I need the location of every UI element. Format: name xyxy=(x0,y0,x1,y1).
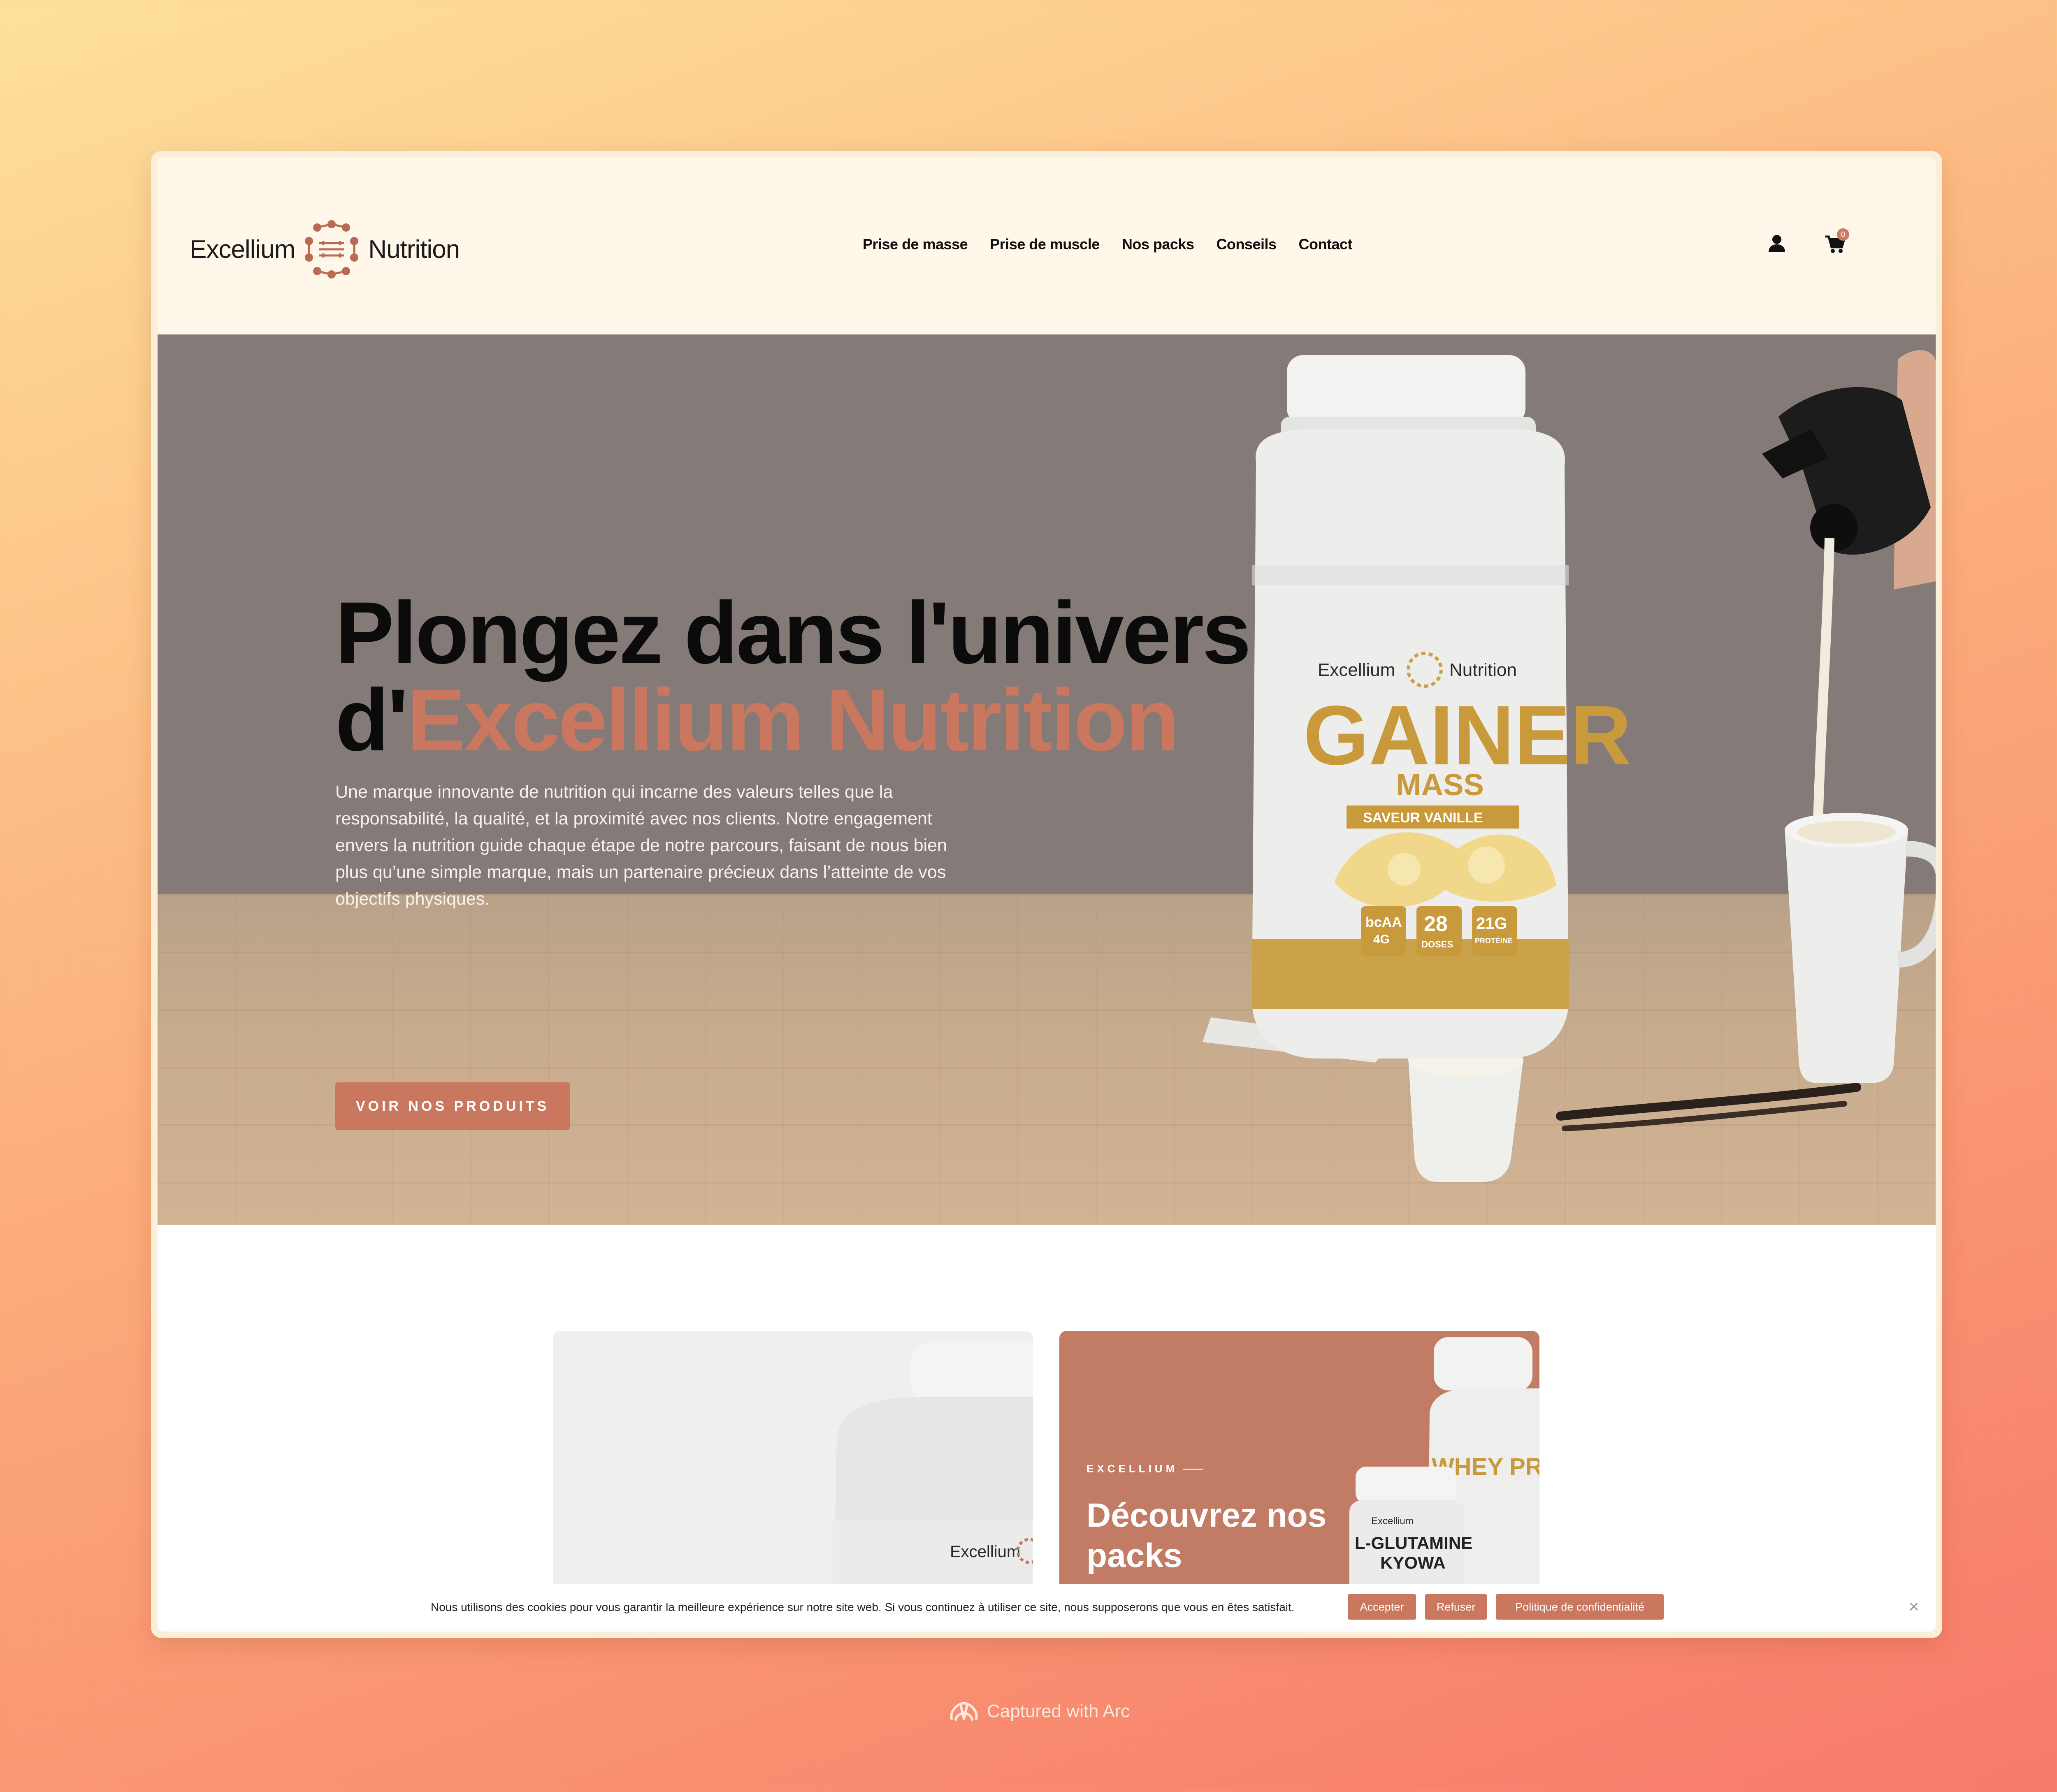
cart-button[interactable]: 0 xyxy=(1823,228,1849,256)
nav-prise-de-muscle[interactable]: Prise de muscle xyxy=(990,236,1100,253)
cart-count-badge: 0 xyxy=(1837,228,1849,241)
jar-brand-left: Excellium xyxy=(1318,660,1395,680)
hero-title-line1: Plongez dans l'univers xyxy=(335,584,1251,682)
card-left-jar-brand: Excellium xyxy=(950,1543,1020,1561)
jar-flavor: SAVEUR VANILLE xyxy=(1363,810,1483,826)
hero-description: Une marque innovante de nutrition qui in… xyxy=(335,782,947,909)
jar-stat1-value: bcAA xyxy=(1365,915,1402,930)
packs-jar1-brand: Excellium xyxy=(1371,1516,1414,1527)
close-icon[interactable]: × xyxy=(1908,1597,1919,1617)
packs-title: Découvrez nos packs xyxy=(1087,1497,1327,1574)
logo-text-left: Excellium xyxy=(190,235,295,264)
nav-nos-packs[interactable]: Nos packs xyxy=(1122,236,1194,253)
arc-logo-icon xyxy=(950,1702,978,1721)
main-nav: Prise de masse Prise de muscle Nos packs… xyxy=(863,236,1352,253)
site-logo[interactable]: Excellium Nutrition xyxy=(190,218,460,280)
jar-stat1-sub: 4G xyxy=(1373,933,1390,946)
hero-section: Excellium Nutrition GAINER MASS SAVEUR V… xyxy=(158,334,1936,1225)
jar-stat2-value: 28 xyxy=(1424,912,1448,936)
account-button[interactable] xyxy=(1764,232,1789,256)
user-icon xyxy=(1769,235,1785,252)
packs-eyebrow-line xyxy=(1183,1469,1203,1470)
jar-stat3-value: 21G xyxy=(1476,915,1507,933)
nav-conseils[interactable]: Conseils xyxy=(1216,236,1277,253)
nav-contact[interactable]: Contact xyxy=(1298,236,1352,253)
arc-watermark: Captured with Arc xyxy=(948,1699,1130,1724)
view-products-button[interactable]: VOIR NOS PRODUITS xyxy=(335,1082,570,1130)
hero-title: Plongez dans l'univers d'Excellium Nutri… xyxy=(335,589,1251,764)
arc-watermark-text: Captured with Arc xyxy=(987,1701,1130,1721)
jar-stat3-sub: PROTÉINE xyxy=(1475,936,1513,945)
packs-eyebrow: EXCELLIUM xyxy=(1087,1462,1178,1475)
site-header: Excellium Nutrition Prise de masse Prise… xyxy=(158,158,1936,334)
logo-text-right: Nutrition xyxy=(368,235,460,264)
logo-molecule-icon xyxy=(305,220,359,279)
cookie-message: Nous utilisons des cookies pour vous gar… xyxy=(431,1601,1295,1613)
hero-title-accent: Excellium Nutrition xyxy=(406,671,1179,769)
browser-window: Excellium Nutrition Prise de masse Prise… xyxy=(151,151,1942,1638)
hero-product-image: Excellium Nutrition GAINER MASS SAVEUR V… xyxy=(1203,350,1936,1182)
jar-stat2-sub: DOSES xyxy=(1421,939,1453,949)
cookie-accept-button[interactable]: Accepter xyxy=(1348,1594,1416,1620)
cookie-policy-button[interactable]: Politique de confidentialité xyxy=(1496,1594,1664,1620)
cookie-banner: Nous utilisons des cookies pour vous gar… xyxy=(158,1584,1936,1632)
packs-jar1-name: L-GLUTAMINE xyxy=(1355,1533,1472,1553)
hero-title-prefix: d' xyxy=(335,671,409,769)
jar-product-subname: MASS xyxy=(1396,768,1484,802)
nav-prise-de-masse[interactable]: Prise de masse xyxy=(863,236,968,253)
page-viewport: Excellium Nutrition Prise de masse Prise… xyxy=(158,158,1936,1632)
packs-jar1-sub: KYOWA xyxy=(1380,1553,1446,1572)
cookie-refuse-button[interactable]: Refuser xyxy=(1425,1594,1487,1620)
jar-brand-right: Nutrition xyxy=(1449,660,1517,680)
